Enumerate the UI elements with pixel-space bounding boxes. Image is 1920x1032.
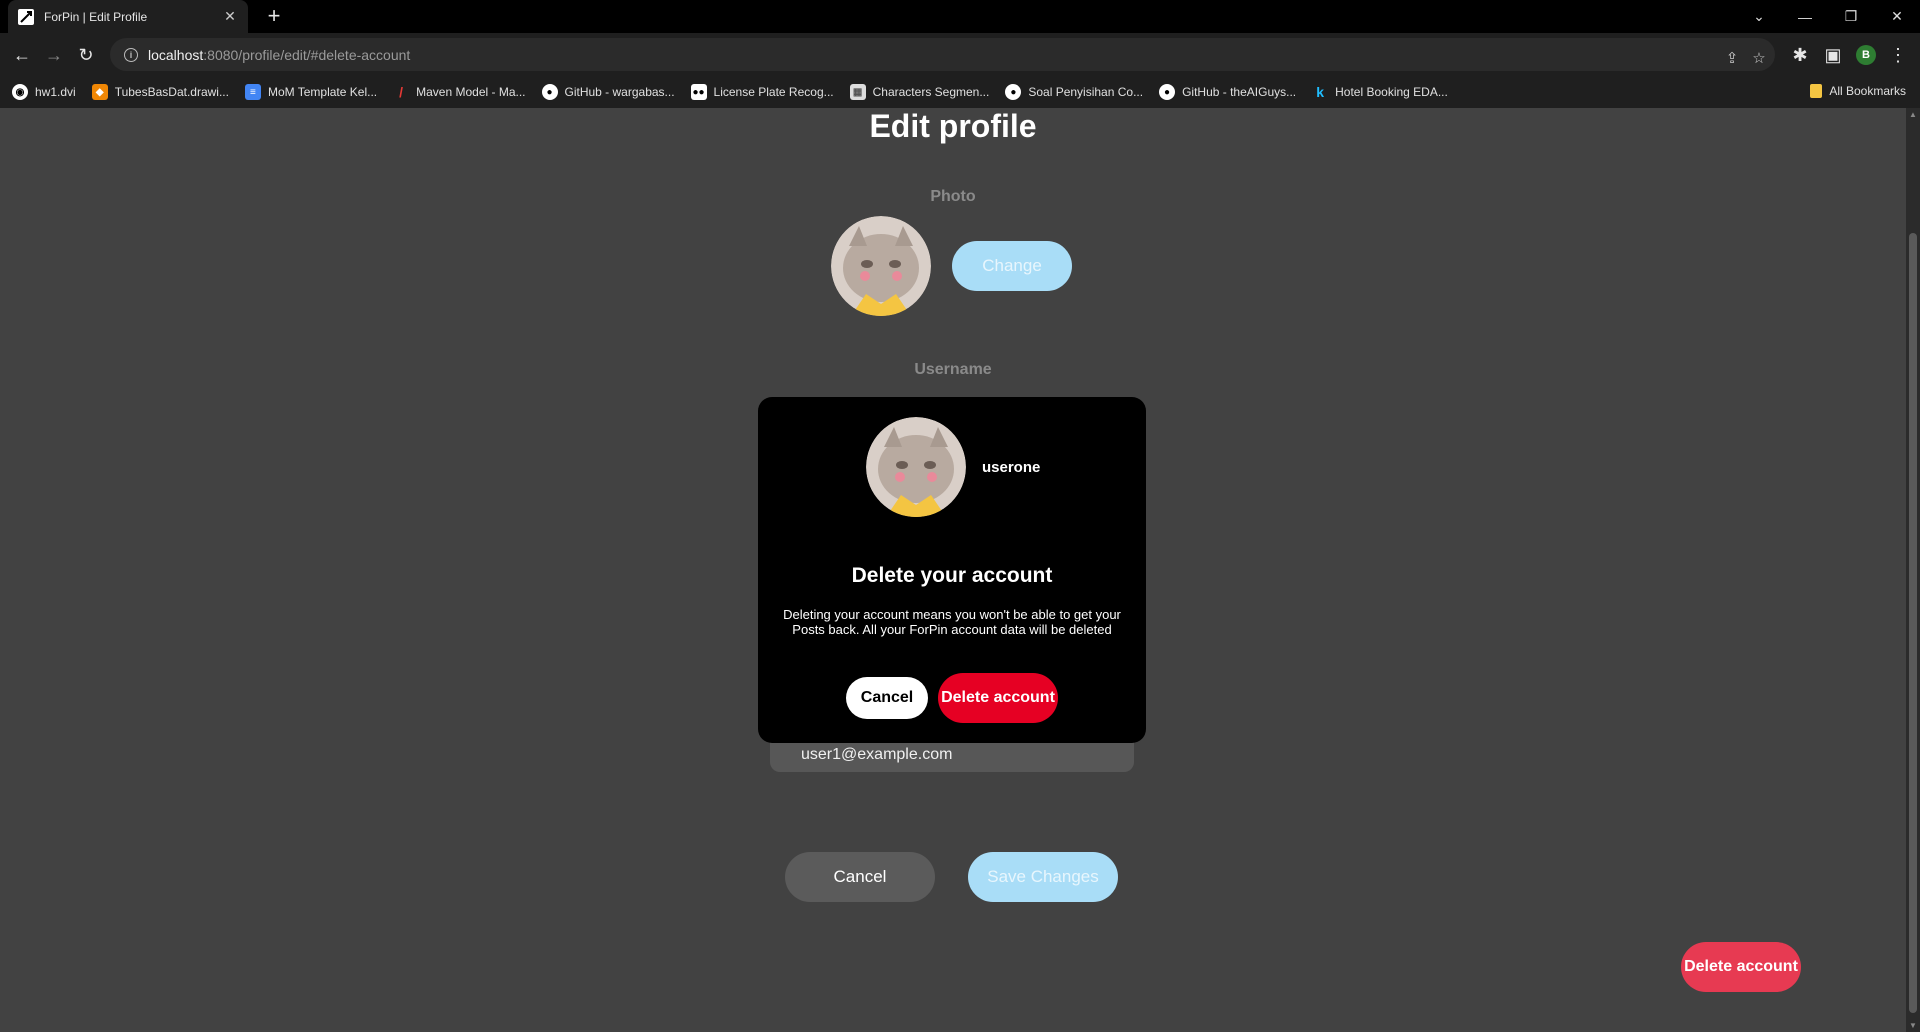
github-icon: ●: [1159, 84, 1176, 100]
delete-account-button[interactable]: Delete account: [1681, 942, 1801, 992]
bookmark-item[interactable]: ◆ TubesBasDat.drawi...: [91, 84, 229, 100]
new-tab-button[interactable]: +: [262, 4, 286, 28]
forward-button[interactable]: →: [40, 41, 68, 69]
browser-toolbar: ← → ↻ i localhost :8080/profile/edit/#de…: [0, 33, 1920, 76]
tab-title: ForPin | Edit Profile: [44, 9, 148, 24]
menu-icon[interactable]: ⋮: [1884, 41, 1912, 69]
page-title: Edit profile: [869, 108, 1037, 144]
bookmarks-bar: ◉ hw1.dvi ◆ TubesBasDat.drawi... ≡ MoM Temp…: [0, 76, 1920, 108]
modal-delete-account-button[interactable]: Delete account: [938, 673, 1058, 723]
scrollbar-thumb[interactable]: [1909, 233, 1917, 1013]
kaggle-icon: k: [1316, 84, 1325, 100]
restore-button[interactable]: ❐: [1828, 0, 1874, 33]
github-icon: ●: [1005, 84, 1022, 100]
extensions-icon[interactable]: ✱: [1786, 41, 1814, 69]
bookmark-star-icon[interactable]: ☆: [1747, 46, 1771, 70]
scroll-down-icon[interactable]: ▼: [1909, 1021, 1917, 1030]
github-icon: ●: [541, 84, 558, 100]
docs-icon: ≡: [244, 84, 261, 100]
address-bar[interactable]: i localhost :8080/profile/edit/#delete-a…: [110, 38, 1775, 71]
delete-account-modal: userone Delete your account Deleting you…: [758, 397, 1146, 743]
bookmark-item[interactable]: ▦ Characters Segmen...: [849, 84, 989, 100]
drawio-icon: ◆: [91, 84, 108, 100]
bookmark-item[interactable]: ● GitHub - wargabas...: [541, 84, 675, 100]
bookmark-item[interactable]: ●● License Plate Recog...: [690, 84, 834, 100]
forpin-favicon-icon: [18, 8, 34, 25]
url-host: localhost: [148, 46, 204, 63]
reload-button[interactable]: ↻: [72, 41, 100, 69]
browser-tab[interactable]: ForPin | Edit Profile ✕: [8, 0, 248, 33]
share-icon[interactable]: ⇪: [1720, 46, 1744, 70]
photo-label: Photo: [930, 188, 976, 205]
site-info-icon[interactable]: i: [124, 47, 138, 62]
close-window-button[interactable]: ✕: [1874, 0, 1920, 33]
bookmark-item[interactable]: ≡ MoM Template Kel...: [244, 84, 377, 100]
back-button[interactable]: ←: [8, 41, 36, 69]
tab-search-icon[interactable]: ⌄: [1736, 0, 1782, 33]
modal-username: userone: [982, 459, 1041, 476]
slash-icon: /: [399, 84, 404, 100]
cancel-button[interactable]: Cancel: [785, 852, 935, 902]
modal-avatar: [866, 417, 966, 517]
minimize-button[interactable]: —: [1782, 0, 1828, 33]
profile-photo-avatar: [831, 216, 931, 316]
url-path: :8080/profile/edit/#delete-account: [203, 46, 411, 63]
folder-icon: [1810, 84, 1823, 98]
globe-icon: ◉: [12, 84, 28, 100]
modal-cancel-button[interactable]: Cancel: [846, 677, 928, 719]
username-label: Username: [914, 361, 992, 378]
save-changes-button[interactable]: Save Changes: [968, 852, 1118, 902]
tab-close-icon[interactable]: ✕: [222, 8, 238, 25]
bookmark-item[interactable]: / Maven Model - Ma...: [393, 84, 525, 100]
modal-title: Delete your account: [851, 564, 1053, 587]
medium-icon: ●●: [690, 84, 707, 100]
modal-description: Deleting your account means you won't be…: [783, 607, 1121, 637]
all-bookmarks-button[interactable]: All Bookmarks: [1810, 84, 1906, 98]
bookmark-item[interactable]: ● Soal Penyisihan Co...: [1005, 84, 1143, 100]
profile-avatar[interactable]: B: [1856, 45, 1876, 65]
bookmark-item[interactable]: ● GitHub - theAIGuys...: [1159, 84, 1296, 100]
tab-strip: ForPin | Edit Profile ✕ + ⌄ — ❐ ✕: [0, 0, 1920, 33]
scrollbar[interactable]: ▲ ▼: [1906, 108, 1920, 1032]
scroll-up-icon[interactable]: ▲: [1909, 110, 1917, 119]
bookmark-item[interactable]: k Hotel Booking EDA...: [1312, 84, 1448, 100]
change-photo-button[interactable]: Change: [952, 241, 1072, 291]
side-panel-icon[interactable]: ▣: [1819, 41, 1847, 69]
bookmark-item[interactable]: ◉ hw1.dvi: [12, 84, 76, 100]
image-icon: ▦: [849, 84, 866, 100]
